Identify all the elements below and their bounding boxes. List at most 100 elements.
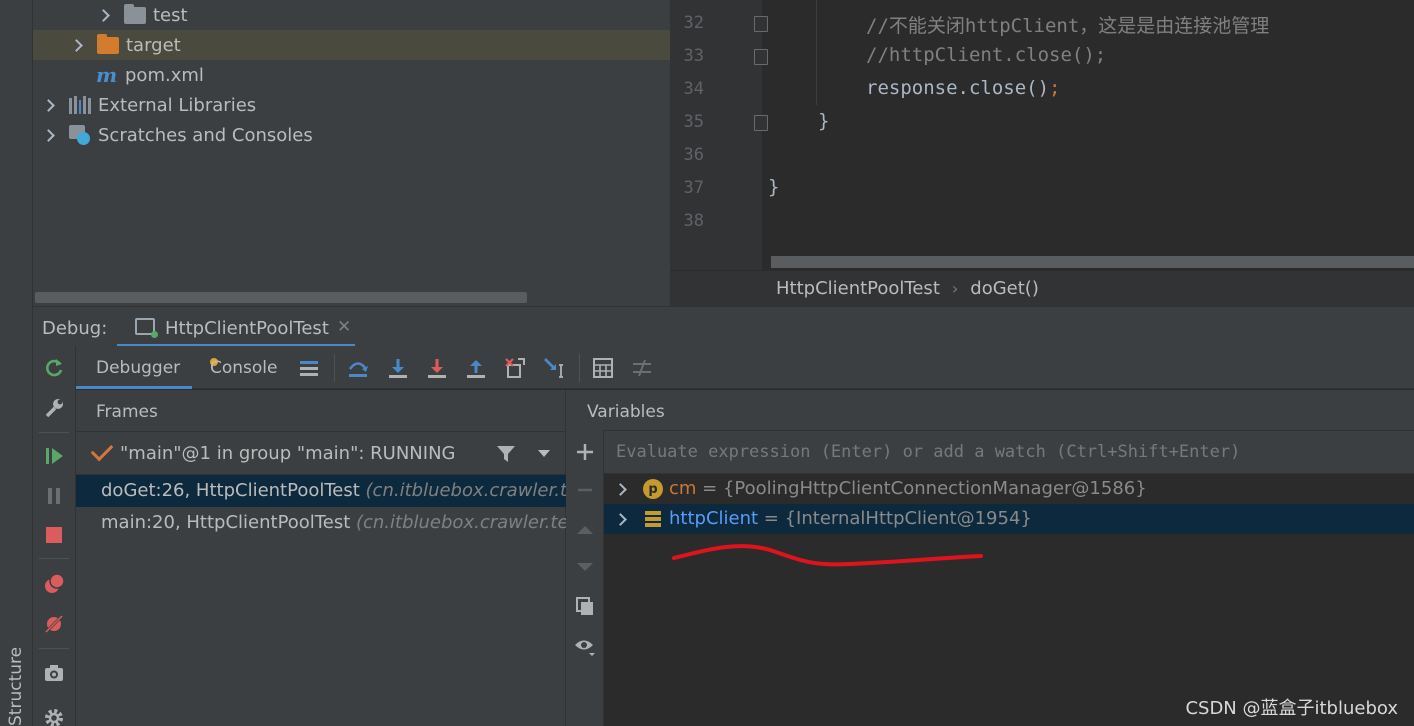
check-icon — [90, 438, 114, 462]
run-config-icon — [135, 318, 158, 338]
resume-icon[interactable] — [42, 444, 66, 468]
add-watch-icon[interactable] — [573, 440, 597, 464]
thread-label: "main"@1 in group "main": RUNNING — [120, 443, 456, 464]
tree-item-target[interactable]: target — [33, 30, 670, 60]
tree-item-label: Scratches and Consoles — [98, 124, 313, 146]
stop-icon[interactable] — [42, 523, 66, 547]
move-up-icon[interactable] — [573, 518, 597, 542]
gear-icon[interactable] — [42, 706, 66, 726]
library-icon — [69, 96, 91, 114]
variables-header: Variables — [566, 390, 1414, 431]
structure-strip: Structure — [0, 0, 33, 726]
tree-item-pom[interactable]: m pom.xml — [33, 60, 670, 90]
line-number: 32 — [683, 13, 704, 33]
code-line-33: //httpClient.close(); — [866, 44, 1107, 66]
frame-method: main:20, HttpClientPoolTest — [101, 512, 356, 533]
variable-row-cm[interactable]: p cm = {PoolingHttpClientConnectionManag… — [604, 474, 1414, 504]
frame-method: doGet:26, HttpClientPoolTest — [101, 480, 366, 501]
tree-item-external-libraries[interactable]: External Libraries — [33, 90, 670, 120]
folder-icon — [124, 3, 146, 24]
tree-item-scratches[interactable]: Scratches and Consoles — [33, 120, 670, 150]
chevron-right-icon[interactable] — [70, 38, 83, 52]
line-number: 37 — [683, 178, 704, 198]
debug-session-tab[interactable]: HttpClientPoolTest ✕ — [117, 307, 355, 347]
line-number: 35 — [683, 112, 704, 132]
step-over-icon[interactable] — [346, 356, 370, 380]
show-execution-point-icon[interactable] — [297, 356, 321, 380]
evaluate-expression-input[interactable] — [604, 431, 1414, 474]
structure-tab[interactable]: Structure — [6, 647, 26, 726]
filter-icon[interactable] — [496, 444, 516, 464]
frames-panel: Frames "main"@1 in group "main": RUNNING… — [76, 390, 566, 726]
evaluate-expression-icon[interactable] — [591, 356, 615, 380]
chevron-right-icon[interactable] — [614, 483, 627, 496]
run-to-cursor-icon[interactable] — [542, 356, 566, 380]
tree-item-label: test — [153, 4, 188, 26]
chevron-right-icon[interactable] — [614, 513, 627, 526]
trace-current-stream-icon[interactable] — [630, 356, 654, 380]
debug-session-title: HttpClientPoolTest — [165, 318, 329, 339]
mute-breakpoints-icon[interactable] — [42, 612, 66, 636]
line-number: 38 — [683, 211, 704, 231]
variable-value: = {PoolingHttpClientConnectionManager@15… — [696, 478, 1147, 499]
frame-row[interactable]: main:20, HttpClientPoolTest (cn.itbluebo… — [76, 507, 566, 539]
tree-item-label: target — [126, 34, 181, 56]
frame-package: (cn.itbluebox.crawler.test) — [365, 480, 566, 501]
close-icon[interactable]: ✕ — [337, 317, 351, 337]
tree-item-test[interactable]: test — [33, 0, 670, 30]
wrench-icon[interactable] — [42, 396, 66, 420]
project-horizontal-scrollbar[interactable] — [35, 292, 527, 303]
tab-console[interactable]: Console — [198, 346, 288, 389]
line-number: 36 — [683, 145, 704, 165]
watermark: CSDN @蓝盒子itbluebox — [1185, 698, 1398, 719]
code-line-34: response.close(); — [866, 77, 1061, 99]
tab-debugger[interactable]: Debugger — [76, 346, 192, 389]
indent-guide — [816, 0, 817, 105]
breadcrumb-class[interactable]: HttpClientPoolTest — [776, 278, 940, 299]
view-breakpoints-icon[interactable] — [42, 572, 66, 596]
remove-watch-icon[interactable] — [573, 478, 597, 502]
param-icon: p — [643, 479, 663, 499]
breadcrumb: HttpClientPoolTest › doGet() — [670, 270, 1414, 306]
editor-horizontal-scrollbar[interactable] — [771, 256, 1414, 268]
fold-marker-icon[interactable] — [754, 16, 768, 32]
breadcrumb-method[interactable]: doGet() — [970, 278, 1039, 299]
chevron-right-icon[interactable] — [97, 8, 110, 22]
line-number: 34 — [683, 79, 704, 99]
chevron-right-icon[interactable] — [42, 128, 55, 142]
eye-icon[interactable] — [573, 634, 597, 658]
chevron-right-icon: › — [951, 279, 959, 298]
fold-marker-icon[interactable] — [754, 49, 768, 65]
frame-row[interactable]: doGet:26, HttpClientPoolTest (cn.itblueb… — [76, 475, 566, 507]
step-into-icon[interactable] — [386, 356, 410, 380]
variable-row-httpclient[interactable]: httpClient = {InternalHttpClient@1954} — [604, 504, 1414, 534]
move-down-icon[interactable] — [573, 555, 597, 579]
scratches-icon — [69, 125, 91, 145]
thread-selector[interactable]: "main"@1 in group "main": RUNNING — [76, 431, 566, 475]
tree-item-label: pom.xml — [125, 64, 204, 86]
debugger-toolbar: Debugger Console — [76, 346, 1414, 389]
chevron-right-icon[interactable] — [42, 98, 55, 112]
force-step-into-icon[interactable] — [425, 356, 449, 380]
code-line-37: } — [768, 176, 780, 198]
drop-frame-icon[interactable] — [503, 356, 527, 380]
field-icon — [645, 511, 661, 527]
variables-panel: p cm = {PoolingHttpClientConnectionManag… — [604, 431, 1414, 726]
variables-title: Variables — [587, 402, 665, 422]
debug-header: Debug: HttpClientPoolTest ✕ — [33, 306, 1414, 347]
variable-value: = {InternalHttpClient@1954} — [758, 508, 1032, 529]
chevron-down-icon[interactable] — [538, 450, 550, 457]
duplicate-watch-icon[interactable] — [573, 594, 597, 618]
variable-name: httpClient — [669, 508, 759, 529]
rerun-icon[interactable] — [42, 356, 66, 380]
debug-label: Debug: — [42, 318, 108, 339]
line-number: 33 — [683, 46, 704, 66]
code-line-35: } — [818, 110, 830, 132]
tab-label: Debugger — [96, 358, 181, 378]
variable-name: cm — [669, 478, 697, 499]
step-out-icon[interactable] — [464, 356, 488, 380]
camera-icon[interactable] — [42, 661, 66, 685]
fold-marker-icon[interactable] — [754, 115, 768, 131]
code-editor[interactable]: 32 33 34 35 36 37 38 //不能关闭httpClient，这是… — [670, 0, 1414, 270]
pause-icon[interactable] — [42, 484, 66, 508]
